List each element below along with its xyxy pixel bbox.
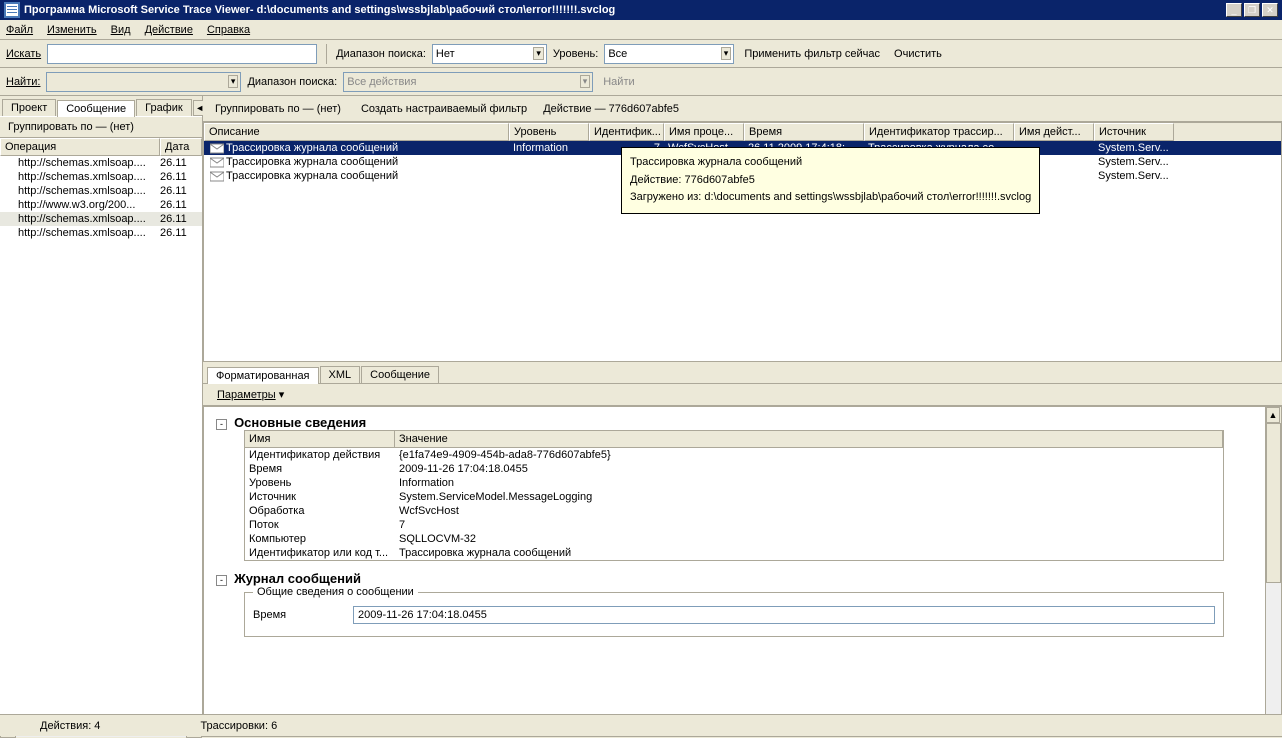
tab-project[interactable]: Проект (2, 99, 56, 116)
search-toolbar: Искать Диапазон поиска: Нет Уровень: Все… (0, 40, 1282, 68)
tab-detail-message[interactable]: Сообщение (361, 366, 439, 383)
detail-tabs: Форматированная XML Сообщение (203, 364, 1282, 384)
kv-row: Поток7 (245, 518, 1223, 532)
col-id[interactable]: Идентифик... (589, 123, 664, 141)
right-toolbar: Группировать по — (нет) Создать настраив… (203, 96, 1282, 122)
ops-row[interactable]: http://schemas.xmlsoap....26.11 (0, 212, 202, 226)
field-time-value: 2009-11-26 17:04:18.0455 (353, 606, 1215, 624)
maximize-button[interactable]: ❐ (1244, 3, 1260, 17)
detail-vscroll[interactable]: ▲ ▼ (1265, 407, 1281, 736)
groupby-bar-left[interactable]: Группировать по — (нет) (0, 116, 202, 138)
groupby-button[interactable]: Группировать по — (нет) (211, 101, 345, 117)
col-source[interactable]: Источник (1094, 123, 1174, 141)
find-toolbar: Найти: Диапазон поиска: Все действия Най… (0, 68, 1282, 96)
tooltip-line1: Трассировка журнала сообщений (630, 154, 1031, 172)
field-time-label: Время (253, 609, 353, 621)
status-actions: Действия: 4 (40, 720, 100, 732)
col-time[interactable]: Время (744, 123, 864, 141)
tab-xml[interactable]: XML (320, 366, 361, 383)
find-label: Найти: (6, 76, 40, 88)
section1-expander[interactable]: - (216, 419, 227, 430)
app-icon (4, 2, 20, 18)
status-traces: Трассировки: 6 (200, 720, 277, 732)
ops-list: http://schemas.xmlsoap....26.11http://sc… (0, 156, 202, 721)
search-label: Искать (6, 48, 41, 60)
ops-row[interactable]: http://schemas.xmlsoap....26.11 (0, 170, 202, 184)
kv-row: Идентификатор или код т...Трассировка жу… (245, 546, 1223, 560)
message-info-fieldset: Общие сведения о сообщении Время 2009-11… (244, 586, 1224, 637)
tooltip-line2: Действие: 776d607abfe5 (630, 172, 1031, 190)
tab-formatted[interactable]: Форматированная (207, 367, 319, 384)
kv-row: Идентификатор действия{e1fa74e9-4909-454… (245, 448, 1223, 462)
left-tabs: Проект Сообщение График ◄ ► (0, 96, 202, 116)
clear-filter-button[interactable]: Очистить (890, 46, 946, 62)
trace-tooltip: Трассировка журнала сообщений Действие: … (621, 147, 1040, 214)
status-bar: Действия: 4 Трассировки: 6 (0, 714, 1282, 736)
kv-row: КомпьютерSQLLOCVM-32 (245, 532, 1223, 546)
vscroll-up[interactable]: ▲ (1266, 407, 1280, 423)
ops-row[interactable]: http://schemas.xmlsoap....26.11 (0, 184, 202, 198)
title-bar: Программа Microsoft Service Trace Viewer… (0, 0, 1282, 20)
find-input[interactable] (46, 72, 241, 92)
message-icon (210, 170, 224, 182)
ops-row[interactable]: http://schemas.xmlsoap....26.11 (0, 156, 202, 170)
ops-row[interactable]: http://www.w3.org/200...26.11 (0, 198, 202, 212)
ops-col-operation[interactable]: Операция (0, 138, 160, 156)
kv-row: ОбработкаWcfSvcHost (245, 504, 1223, 518)
kv-row: УровеньInformation (245, 476, 1223, 490)
fieldset-legend: Общие сведения о сообщении (253, 586, 418, 598)
window-title: Программа Microsoft Service Trace Viewer… (24, 4, 1226, 16)
col-actname[interactable]: Имя дейст... (1014, 123, 1094, 141)
col-description[interactable]: Описание (204, 123, 509, 141)
menu-edit[interactable]: Изменить (47, 24, 97, 36)
params-bar: Параметры ▾ (203, 384, 1282, 406)
find-button[interactable]: Найти (599, 74, 638, 90)
close-button[interactable]: ✕ (1262, 3, 1278, 17)
kv-row: Время2009-11-26 17:04:18.0455 (245, 462, 1223, 476)
right-panel: Группировать по — (нет) Создать настраив… (203, 96, 1282, 737)
menu-view[interactable]: Вид (111, 24, 131, 36)
params-button[interactable]: Параметры ▾ (213, 387, 288, 403)
tab-graph[interactable]: График (136, 99, 192, 116)
basic-info-table: Имя Значение Идентификатор действия{e1fa… (244, 430, 1224, 561)
search-range-combo[interactable]: Нет (432, 44, 547, 64)
menu-file[interactable]: Файл (6, 24, 33, 36)
ops-col-date[interactable]: Дата (160, 138, 202, 156)
menu-bar: Файл Изменить Вид Действие Справка (0, 20, 1282, 40)
tab-message[interactable]: Сообщение (57, 100, 135, 117)
menu-help[interactable]: Справка (207, 24, 250, 36)
vscroll-thumb[interactable] (1266, 423, 1281, 583)
search-range-label: Диапазон поиска: (336, 48, 426, 60)
kv-col-value[interactable]: Значение (395, 431, 1223, 448)
apply-filter-button[interactable]: Применить фильтр сейчас (740, 46, 884, 62)
detail-pane: - Основные сведения Имя Значение Идентиф… (203, 406, 1282, 737)
find-range-label: Диапазон поиска: (247, 76, 337, 88)
col-process[interactable]: Имя проце... (664, 123, 744, 141)
left-panel: Проект Сообщение График ◄ ► Группировать… (0, 96, 203, 737)
trace-header: Описание Уровень Идентифик... Имя проце.… (204, 123, 1281, 141)
level-label: Уровень: (553, 48, 598, 60)
kv-col-name[interactable]: Имя (245, 431, 395, 448)
message-icon (210, 142, 224, 154)
tooltip-line3: Загружено из: d:\documents and settings\… (630, 189, 1031, 207)
level-combo[interactable]: Все (604, 44, 734, 64)
action-label: Действие — 776d607abfe5 (543, 103, 679, 115)
col-traceid[interactable]: Идентификатор трассир... (864, 123, 1014, 141)
section2-expander[interactable]: - (216, 575, 227, 586)
find-range-combo[interactable]: Все действия (343, 72, 593, 92)
message-icon (210, 156, 224, 168)
section1-title: Основные сведения (234, 415, 366, 430)
search-input[interactable] (47, 44, 317, 64)
kv-row: ИсточникSystem.ServiceModel.MessageLoggi… (245, 490, 1223, 504)
trace-list: Описание Уровень Идентифик... Имя проце.… (203, 122, 1282, 362)
minimize-button[interactable]: _ (1226, 3, 1242, 17)
section2-title: Журнал сообщений (234, 571, 361, 586)
menu-activity[interactable]: Действие (145, 24, 193, 36)
ops-list-header: Операция Дата (0, 138, 202, 156)
custom-filter-button[interactable]: Создать настраиваемый фильтр (357, 101, 531, 117)
ops-row[interactable]: http://schemas.xmlsoap....26.11 (0, 226, 202, 240)
col-level[interactable]: Уровень (509, 123, 589, 141)
